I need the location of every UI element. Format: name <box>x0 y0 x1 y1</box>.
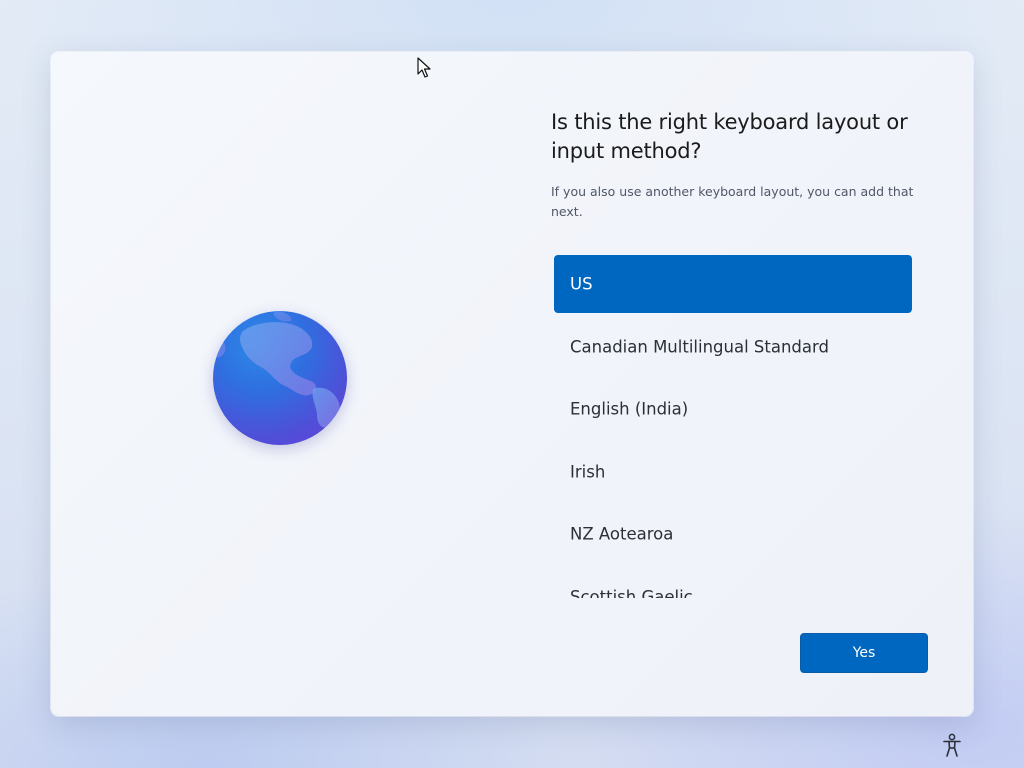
list-item-label: Irish <box>570 462 606 481</box>
list-item-label: NZ Aotearoa <box>570 524 674 544</box>
globe-icon <box>213 311 347 445</box>
list-item-nz-aotearoa[interactable]: NZ Aotearoa <box>554 505 912 563</box>
list-item-english-india[interactable]: English (India) <box>554 380 912 438</box>
content-panel: Is this the right keyboard layout or inp… <box>551 52 951 716</box>
list-item-us[interactable]: US <box>554 255 912 313</box>
yes-button[interactable]: Yes <box>800 633 928 673</box>
list-item-canadian-multilingual-standard[interactable]: Canadian Multilingual Standard <box>554 318 912 376</box>
page-subtitle: If you also use another keyboard layout,… <box>551 184 914 219</box>
list-item-label: English (India) <box>570 399 689 419</box>
setup-dialog: Is this the right keyboard layout or inp… <box>51 52 973 716</box>
list-item-label: US <box>570 274 593 294</box>
page-title: Is this the right keyboard layout or inp… <box>551 110 908 163</box>
list-item-irish[interactable]: Irish <box>554 443 912 501</box>
keyboard-layout-list[interactable]: US Canadian Multilingual Standard Englis… <box>554 255 912 598</box>
list-item-label: Scottish Gaelic <box>570 587 693 598</box>
accessibility-icon[interactable] <box>940 732 964 758</box>
list-item-label: Canadian Multilingual Standard <box>570 337 829 356</box>
list-item-scottish-gaelic[interactable]: Scottish Gaelic <box>554 568 912 598</box>
